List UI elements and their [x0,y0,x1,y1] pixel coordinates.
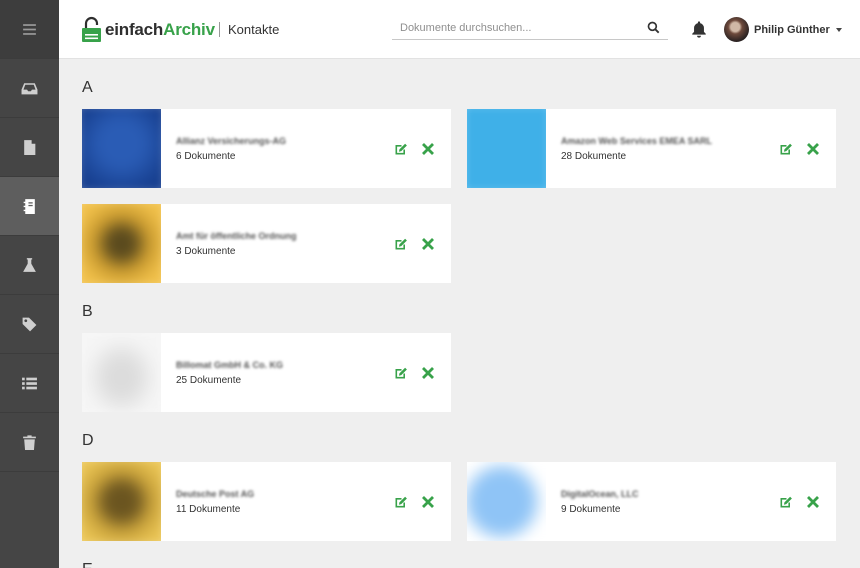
sidebar-item-inbox[interactable] [0,59,59,118]
title-separator [219,22,220,37]
contact-document-count: 25 Dokumente [176,374,242,386]
sidebar-item-contacts[interactable] [0,177,59,236]
contact-logo [82,109,161,188]
contact-actions [779,142,836,156]
logo-text: einfachArchiv [105,20,215,40]
sidebar-item-documents[interactable] [0,118,59,177]
delete-icon[interactable] [806,495,820,509]
sidebar [0,0,59,568]
contact-actions [394,237,451,251]
contact-name: Billomat GmbH & Co. KG [176,359,284,370]
contact-info: DigitalOcean, LLC 9 Dokumente [546,489,779,515]
edit-icon[interactable] [779,142,793,156]
avatar [724,17,749,42]
contact-card[interactable]: Amazon Web Services EMEA SARL 28 Dokumen… [467,109,836,188]
edit-icon[interactable] [394,142,408,156]
sidebar-item-list[interactable] [0,354,59,413]
edit-icon[interactable] [394,495,408,509]
contact-name: Amt für öffentliche Ordnung [176,230,297,241]
contact-actions [394,366,451,380]
sidebar-item-tags[interactable] [0,295,59,354]
contact-logo [82,204,161,283]
list-icon [22,377,37,389]
delete-icon[interactable] [806,142,820,156]
trash-icon [23,434,36,450]
contact-card[interactable]: Allianz Versicherungs-AG 6 Dokumente [82,109,451,188]
contact-card[interactable]: Deutsche Post AG 11 Dokumente [82,462,451,541]
lock-logo-icon [82,16,101,42]
page-title: Kontakte [228,22,280,37]
contact-logo [467,109,546,188]
user-name: Philip Günther [754,23,830,36]
delete-icon[interactable] [421,366,435,380]
contact-logo [82,333,161,412]
menu-icon [23,23,36,35]
user-menu[interactable]: Philip Günther [724,17,842,42]
group-letter-a: A [82,79,93,96]
contact-card[interactable]: Billomat GmbH & Co. KG 25 Dokumente [82,333,451,412]
chevron-down-icon [835,27,842,32]
contact-logo [467,462,546,541]
contact-document-count: 9 Dokumente [561,503,621,515]
contact-logo [82,462,161,541]
contact-document-count: 3 Dokumente [176,245,236,257]
group-letter-e: E [82,561,93,568]
contacts-book-icon [23,198,35,214]
app-logo[interactable]: einfachArchiv [81,16,215,43]
sidebar-item-trash[interactable] [0,413,59,472]
search-bar [392,18,668,40]
contact-name: DigitalOcean, LLC [561,488,639,499]
edit-icon[interactable] [394,366,408,380]
top-header: einfachArchiv Kontakte Philip Günther [59,0,860,59]
contact-document-count: 6 Dokumente [176,150,236,162]
contact-document-count: 28 Dokumente [561,150,627,162]
delete-icon[interactable] [421,237,435,251]
edit-icon[interactable] [394,237,408,251]
contact-name: Amazon Web Services EMEA SARL [561,135,713,146]
contact-document-count: 11 Dokumente [176,503,241,515]
document-icon [24,139,36,155]
inbox-icon [21,82,38,94]
contact-actions [394,142,451,156]
contact-card[interactable]: Amt für öffentliche Ordnung 3 Dokumente [82,204,451,283]
sidebar-menu-toggle[interactable] [0,0,59,59]
contacts-list: A B D E Allianz Versicherungs-AG 6 Dokum… [59,59,860,568]
contact-info: Amt für öffentliche Ordnung 3 Dokumente [161,231,394,257]
delete-icon[interactable] [421,495,435,509]
contact-info: Billomat GmbH & Co. KG 25 Dokumente [161,360,394,386]
group-letter-d: D [82,432,94,449]
logo-text-part1: einfach [105,19,164,39]
group-letter-b: B [82,303,93,320]
contact-info: Allianz Versicherungs-AG 6 Dokumente [161,136,394,162]
contact-name: Deutsche Post AG [176,488,255,499]
delete-icon[interactable] [421,142,435,156]
contact-name: Allianz Versicherungs-AG [176,135,287,146]
edit-icon[interactable] [779,495,793,509]
search-icon[interactable] [647,21,660,34]
flask-icon [23,257,36,272]
logo-text-part2: Archiv [163,19,215,39]
search-input[interactable] [392,18,632,38]
contact-actions [779,495,836,509]
contact-actions [394,495,451,509]
sidebar-item-lab[interactable] [0,236,59,295]
tag-icon [22,317,37,331]
contact-card[interactable]: DigitalOcean, LLC 9 Dokumente [467,462,836,541]
notification-bell-icon[interactable] [690,20,708,38]
contact-info: Amazon Web Services EMEA SARL 28 Dokumen… [546,136,779,162]
contact-info: Deutsche Post AG 11 Dokumente [161,489,394,515]
